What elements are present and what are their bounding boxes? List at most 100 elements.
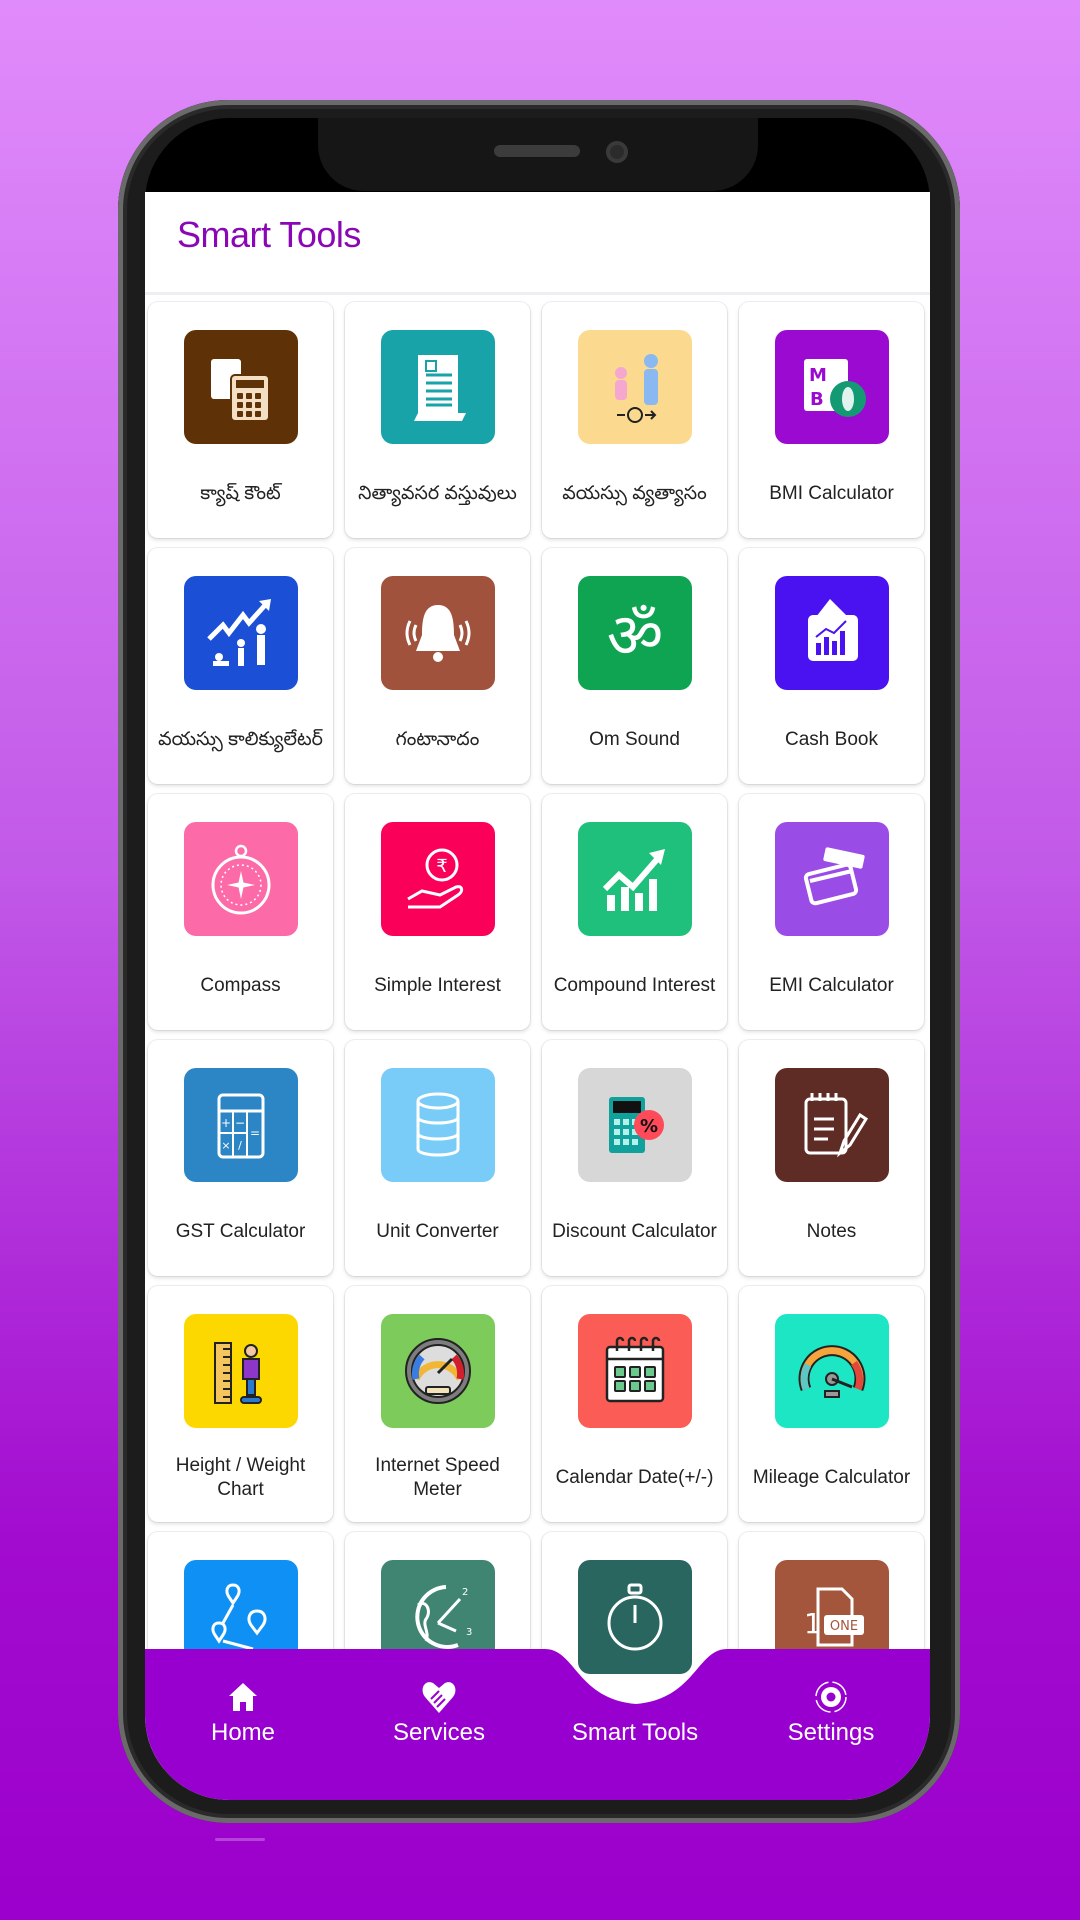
calculator-icon: + − = × / (184, 1068, 298, 1182)
tool-label: వయస్సు కాలిక్యులేటర్ (158, 729, 323, 750)
tool-tile[interactable]: Mileage Calculator (739, 1286, 924, 1522)
tool-label: BMI Calculator (769, 483, 894, 504)
tool-label: Cash Book (785, 729, 878, 750)
calculator-icon-glyph: + −= × / (217, 1093, 265, 1159)
bmi-icon: MB (775, 330, 889, 444)
calendar-icon-glyph (605, 1336, 665, 1403)
svg-text:×: × (221, 1139, 230, 1152)
tool-tile[interactable]: Height / Weight Chart (148, 1286, 333, 1522)
route-map-icon-glyph (211, 1583, 267, 1651)
svg-text:%: % (640, 1116, 658, 1137)
age-calculator-icon-glyph (207, 599, 271, 666)
svg-text:B: B (810, 389, 824, 410)
svg-text:₹: ₹ (436, 856, 447, 877)
svg-text:/: / (238, 1139, 242, 1152)
world-clock-icon-glyph: 23 (415, 1585, 472, 1649)
tool-label: Compound Interest (553, 975, 716, 996)
tool-tile[interactable]: EMI Calculator (739, 794, 924, 1030)
tool-tile[interactable]: Internet Speed Meter (345, 1286, 530, 1522)
age-calculator-icon (184, 576, 298, 690)
svg-text:−: − (235, 1116, 245, 1130)
tool-tile[interactable]: Calendar Date(+/-) (542, 1286, 727, 1522)
gauge-icon-glyph (798, 1345, 866, 1398)
rupee-hand-icon-glyph: ₹ (407, 848, 464, 909)
nav-label: Home (210, 1719, 276, 1746)
wallet-chart-icon-glyph (808, 599, 858, 661)
rupee-hand-icon: ₹ (381, 822, 495, 936)
notes-icon-glyph (804, 1093, 869, 1158)
age-difference-icon-glyph (615, 354, 658, 423)
tool-tile[interactable]: గంటానాదం (345, 548, 530, 784)
tool-label: Calendar Date(+/-) (555, 1467, 714, 1488)
cash-count-icon-glyph (211, 359, 270, 422)
tool-tile[interactable]: Notes (739, 1040, 924, 1276)
bell-icon-glyph (405, 605, 471, 662)
nav-label: Settings (787, 1719, 875, 1746)
nav-smart-tools[interactable]: Smart Tools (537, 1649, 733, 1800)
page-title: Smart Tools (177, 214, 361, 255)
discount-calculator-icon-glyph: % (609, 1097, 664, 1153)
tool-tile[interactable]: వయస్సు కాలిక్యులేటర్ (148, 548, 333, 784)
nav-settings[interactable]: Settings (733, 1649, 929, 1800)
svg-text:2: 2 (462, 1587, 468, 1598)
database-icon (381, 1068, 495, 1182)
tool-tile[interactable]: % Discount Calculator (542, 1040, 727, 1276)
tool-tile[interactable]: ₹ Simple Interest (345, 794, 530, 1030)
nav-services[interactable]: Services (341, 1649, 537, 1800)
om-icon: ॐ (578, 576, 692, 690)
height-chart-icon (184, 1314, 298, 1428)
svg-text:=: = (250, 1126, 260, 1140)
svg-text:+: + (221, 1116, 231, 1130)
tool-tile[interactable]: నిత్యావసర వస్తువులు (345, 302, 530, 538)
tool-label: క్యాష్ కౌంట్ (200, 483, 281, 504)
tool-tile[interactable]: + − = × / GST Calculator (148, 1040, 333, 1276)
grocery-list-icon (381, 330, 495, 444)
svg-text:M: M (809, 365, 827, 386)
growth-chart-icon (578, 822, 692, 936)
tool-label: వయస్సు వ్యత్యాసం (562, 483, 707, 504)
tool-tile[interactable]: Compound Interest (542, 794, 727, 1030)
svg-text:1: 1 (804, 1607, 822, 1640)
cash-count-icon (184, 330, 298, 444)
compass-icon (184, 822, 298, 936)
wallet-chart-icon (775, 576, 889, 690)
nav-home[interactable]: Home (145, 1649, 341, 1800)
tool-tile[interactable]: వయస్సు వ్యత్యాసం (542, 302, 727, 538)
number-to-words-icon-glyph: 1 ONE (804, 1587, 864, 1647)
nav-label: Smart Tools (571, 1719, 699, 1746)
front-camera (606, 141, 628, 163)
svg-text:3: 3 (466, 1627, 472, 1638)
height-chart-icon-glyph (214, 1342, 262, 1404)
tool-tile[interactable]: M B BMI Calculator (739, 302, 924, 538)
bell-icon (381, 576, 495, 690)
tool-label: Unit Converter (376, 1221, 499, 1242)
compass-icon-glyph (211, 844, 271, 915)
svg-text:ONE: ONE (830, 1619, 858, 1634)
tool-label: Simple Interest (374, 975, 501, 996)
tool-label: Height / Weight Chart (175, 1455, 306, 1500)
heart-handshake-icon (422, 1682, 456, 1713)
nav-label: Services (392, 1719, 486, 1746)
tool-label: Internet Speed Meter (375, 1455, 500, 1500)
calendar-icon (578, 1314, 692, 1428)
svg-text:ॐ: ॐ (607, 599, 664, 672)
speedometer-icon (381, 1314, 495, 1428)
app-header: Smart Tools (145, 192, 930, 295)
tool-tile[interactable]: Compass (148, 794, 333, 1030)
age-difference-icon (578, 330, 692, 444)
bottom-navigation: Home Services Smart Tools Settings (145, 1649, 930, 1800)
tool-label: Discount Calculator (552, 1221, 717, 1242)
tool-tile[interactable]: Cash Book (739, 548, 924, 784)
tool-tile[interactable]: క్యాష్ కౌంట్ (148, 302, 333, 538)
tool-label: Compass (200, 975, 281, 996)
discount-calculator-icon: % (578, 1068, 692, 1182)
database-icon-glyph (416, 1092, 460, 1157)
tool-tile[interactable]: ॐ Om Sound (542, 548, 727, 784)
speedometer-icon-glyph (405, 1338, 471, 1404)
settings-gear-icon (815, 1681, 847, 1713)
credit-cards-icon (775, 822, 889, 936)
speaker-grille (494, 145, 580, 157)
tool-tile[interactable]: Unit Converter (345, 1040, 530, 1276)
bmi-icon-glyph: MB (804, 359, 866, 417)
om-icon-glyph: ॐ (607, 599, 664, 672)
